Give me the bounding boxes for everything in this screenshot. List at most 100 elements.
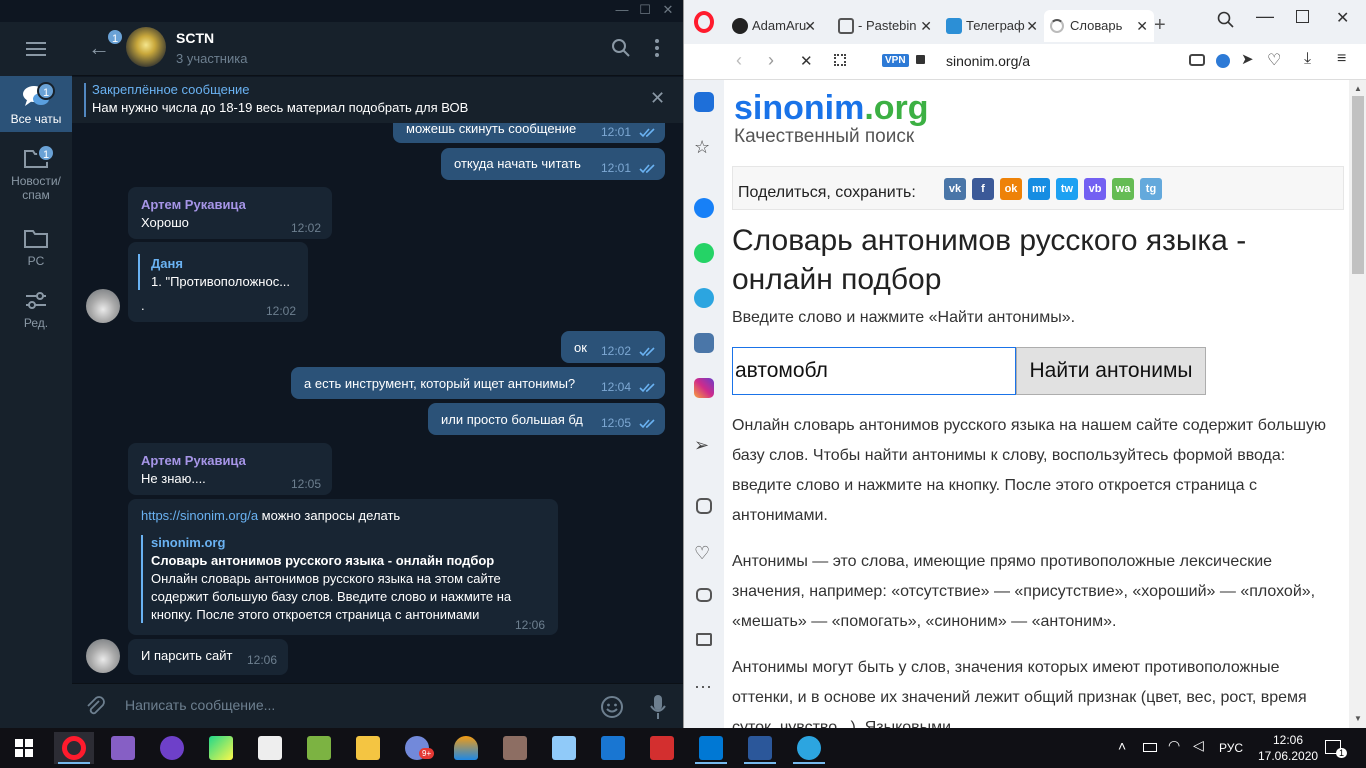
scrollbar-thumb[interactable] (1352, 96, 1364, 274)
message-incoming[interactable]: https://sinonim.org/a можно запросы дела… (128, 499, 558, 635)
taskbar-github-desktop[interactable] (152, 732, 192, 764)
camera-icon[interactable] (1189, 54, 1205, 66)
messenger-icon[interactable] (694, 198, 714, 218)
tray-wifi-icon[interactable]: ◠ (1168, 737, 1180, 754)
menu-icon[interactable] (26, 42, 46, 56)
share-vk-icon[interactable]: vk (944, 178, 966, 200)
message-outgoing[interactable]: а есть инструмент, который ищет антонимы… (291, 367, 665, 399)
taskbar-word[interactable] (740, 732, 780, 764)
taskbar-chart-app[interactable] (299, 732, 339, 764)
close-pinned-icon[interactable]: ✕ (650, 88, 665, 109)
tab-github[interactable]: AdamAru ✕ (726, 10, 822, 42)
taskbar-calculator[interactable] (544, 732, 584, 764)
more-sidebar-icon[interactable]: ··· (694, 676, 714, 696)
folder-edit[interactable]: Ред. (0, 288, 72, 334)
news-icon[interactable] (696, 588, 712, 602)
group-avatar[interactable] (126, 27, 166, 67)
share-twitter-icon[interactable]: tw (1056, 178, 1078, 200)
more-icon[interactable] (653, 38, 661, 58)
forward-icon[interactable]: › (768, 50, 774, 71)
heart-icon[interactable]: ♡ (1267, 50, 1281, 70)
message-outgoing[interactable]: откуда начать читать 12:01 (441, 148, 665, 180)
tray-volume-icon[interactable]: ◁ (1193, 737, 1204, 754)
tab-telegraph[interactable]: Телеграф ✕ (940, 10, 1044, 42)
minimize-button[interactable]: — (611, 2, 633, 17)
maximize-button[interactable]: ☐ (634, 2, 656, 18)
home-icon[interactable] (694, 92, 714, 112)
share-whatsapp-icon[interactable]: wa (1112, 178, 1134, 200)
paperclip-icon[interactable] (84, 695, 106, 717)
search-tabs-icon[interactable] (1217, 11, 1235, 29)
search-icon[interactable] (611, 38, 631, 58)
user-avatar[interactable] (86, 289, 120, 323)
folder-all-chats[interactable]: Все чаты 1 (0, 76, 72, 132)
tray-chevron-icon[interactable]: ˄ (1118, 738, 1126, 754)
taskbar-app-gun[interactable] (495, 732, 535, 764)
taskbar-unity[interactable] (250, 732, 290, 764)
find-antonyms-button[interactable]: Найти антонимы (1016, 347, 1206, 395)
language-indicator[interactable]: РУС (1219, 741, 1243, 755)
tab-pastebin[interactable]: - Pastebin ✕ (832, 10, 938, 42)
maximize-button[interactable] (1296, 10, 1309, 23)
whatsapp-icon[interactable] (694, 243, 714, 263)
taskbar-app-network[interactable] (593, 732, 633, 764)
minimize-button[interactable]: — (1256, 6, 1274, 27)
telegram-icon[interactable] (694, 288, 714, 308)
message-incoming[interactable]: Артем Рукавица Не знаю.... 12:05 (128, 443, 332, 495)
message-incoming[interactable]: Артем Рукавица Хорошо 12:02 (128, 187, 332, 239)
share-odnoklassniki-icon[interactable]: ok (1000, 178, 1022, 200)
shield-icon[interactable] (1216, 54, 1230, 68)
flow-icon[interactable]: ➢ (694, 435, 714, 455)
tab-close-icon[interactable]: ✕ (1136, 10, 1148, 42)
taskbar-visual-studio[interactable] (103, 732, 143, 764)
tab-slovar[interactable]: Словарь ✕ (1044, 10, 1154, 42)
taskbar-opera[interactable] (54, 732, 94, 764)
share-mailru-icon[interactable]: mr (1028, 178, 1050, 200)
message-sender[interactable]: Артем Рукавица (141, 453, 246, 468)
opera-logo-icon[interactable] (694, 11, 714, 33)
lock-icon[interactable] (916, 55, 925, 64)
taskbar-telegram[interactable] (789, 732, 829, 764)
instagram-icon[interactable] (694, 378, 714, 398)
download-icon[interactable]: ⤓ (1304, 50, 1311, 68)
microphone-icon[interactable] (649, 694, 667, 720)
url-field[interactable]: sinonim.org/a (946, 53, 1030, 69)
taskbar-acrobat[interactable] (642, 732, 682, 764)
message-input[interactable]: Написать сообщение... (125, 697, 585, 713)
taskbar-pycharm[interactable] (201, 732, 241, 764)
taskbar-vscode[interactable] (691, 732, 731, 764)
tab-close-icon[interactable]: ✕ (920, 10, 932, 42)
new-tab-button[interactable]: + (1154, 14, 1166, 37)
history-icon[interactable] (696, 633, 712, 646)
search-input[interactable] (732, 347, 1016, 395)
message-sender[interactable]: Артем Рукавица (141, 197, 246, 212)
extensions-icon[interactable] (696, 498, 712, 514)
message-outgoing[interactable]: можешь скинуть сообщение 12:01 (393, 123, 665, 143)
emoji-icon[interactable] (600, 695, 624, 719)
chat-title[interactable]: SCTN (176, 30, 214, 46)
easy-setup-icon[interactable]: ≡ (1337, 50, 1346, 68)
tray-battery-icon[interactable] (1143, 743, 1157, 752)
bookmark-star-icon[interactable]: ☆ (694, 137, 714, 157)
taskbar-file-explorer[interactable] (348, 732, 388, 764)
page-scrollbar[interactable]: ▲ ▼ (1349, 80, 1366, 728)
share-facebook-icon[interactable]: f (972, 178, 994, 200)
tab-close-icon[interactable]: ✕ (1026, 10, 1038, 42)
folder-news-spam[interactable]: Новости/ спам 1 (0, 144, 72, 206)
site-logo[interactable]: sinonim.org (734, 88, 929, 128)
tab-close-icon[interactable]: ✕ (804, 10, 816, 42)
heart-sidebar-icon[interactable]: ♡ (694, 543, 714, 563)
user-avatar[interactable] (86, 639, 120, 673)
message-outgoing[interactable]: или просто большая бд 12:05 (428, 403, 665, 435)
share-telegram-icon[interactable]: tg (1140, 178, 1162, 200)
message-incoming[interactable]: Даня 1. "Противоположнос... . 12:02 (128, 242, 308, 322)
taskbar-discord[interactable]: 9+ (397, 732, 437, 764)
clock[interactable]: 12:06 17.06.2020 (1258, 732, 1318, 764)
start-button[interactable] (4, 732, 44, 764)
message-link[interactable]: https://sinonim.org/a (141, 508, 258, 523)
share-viber-icon[interactable]: vb (1084, 178, 1106, 200)
vk-icon[interactable] (694, 333, 714, 353)
message-outgoing[interactable]: ок 12:02 (561, 331, 665, 363)
reply-name[interactable]: Даня (151, 256, 183, 271)
pinned-message[interactable]: Закреплённое сообщение Нам нужно числа д… (72, 77, 683, 123)
